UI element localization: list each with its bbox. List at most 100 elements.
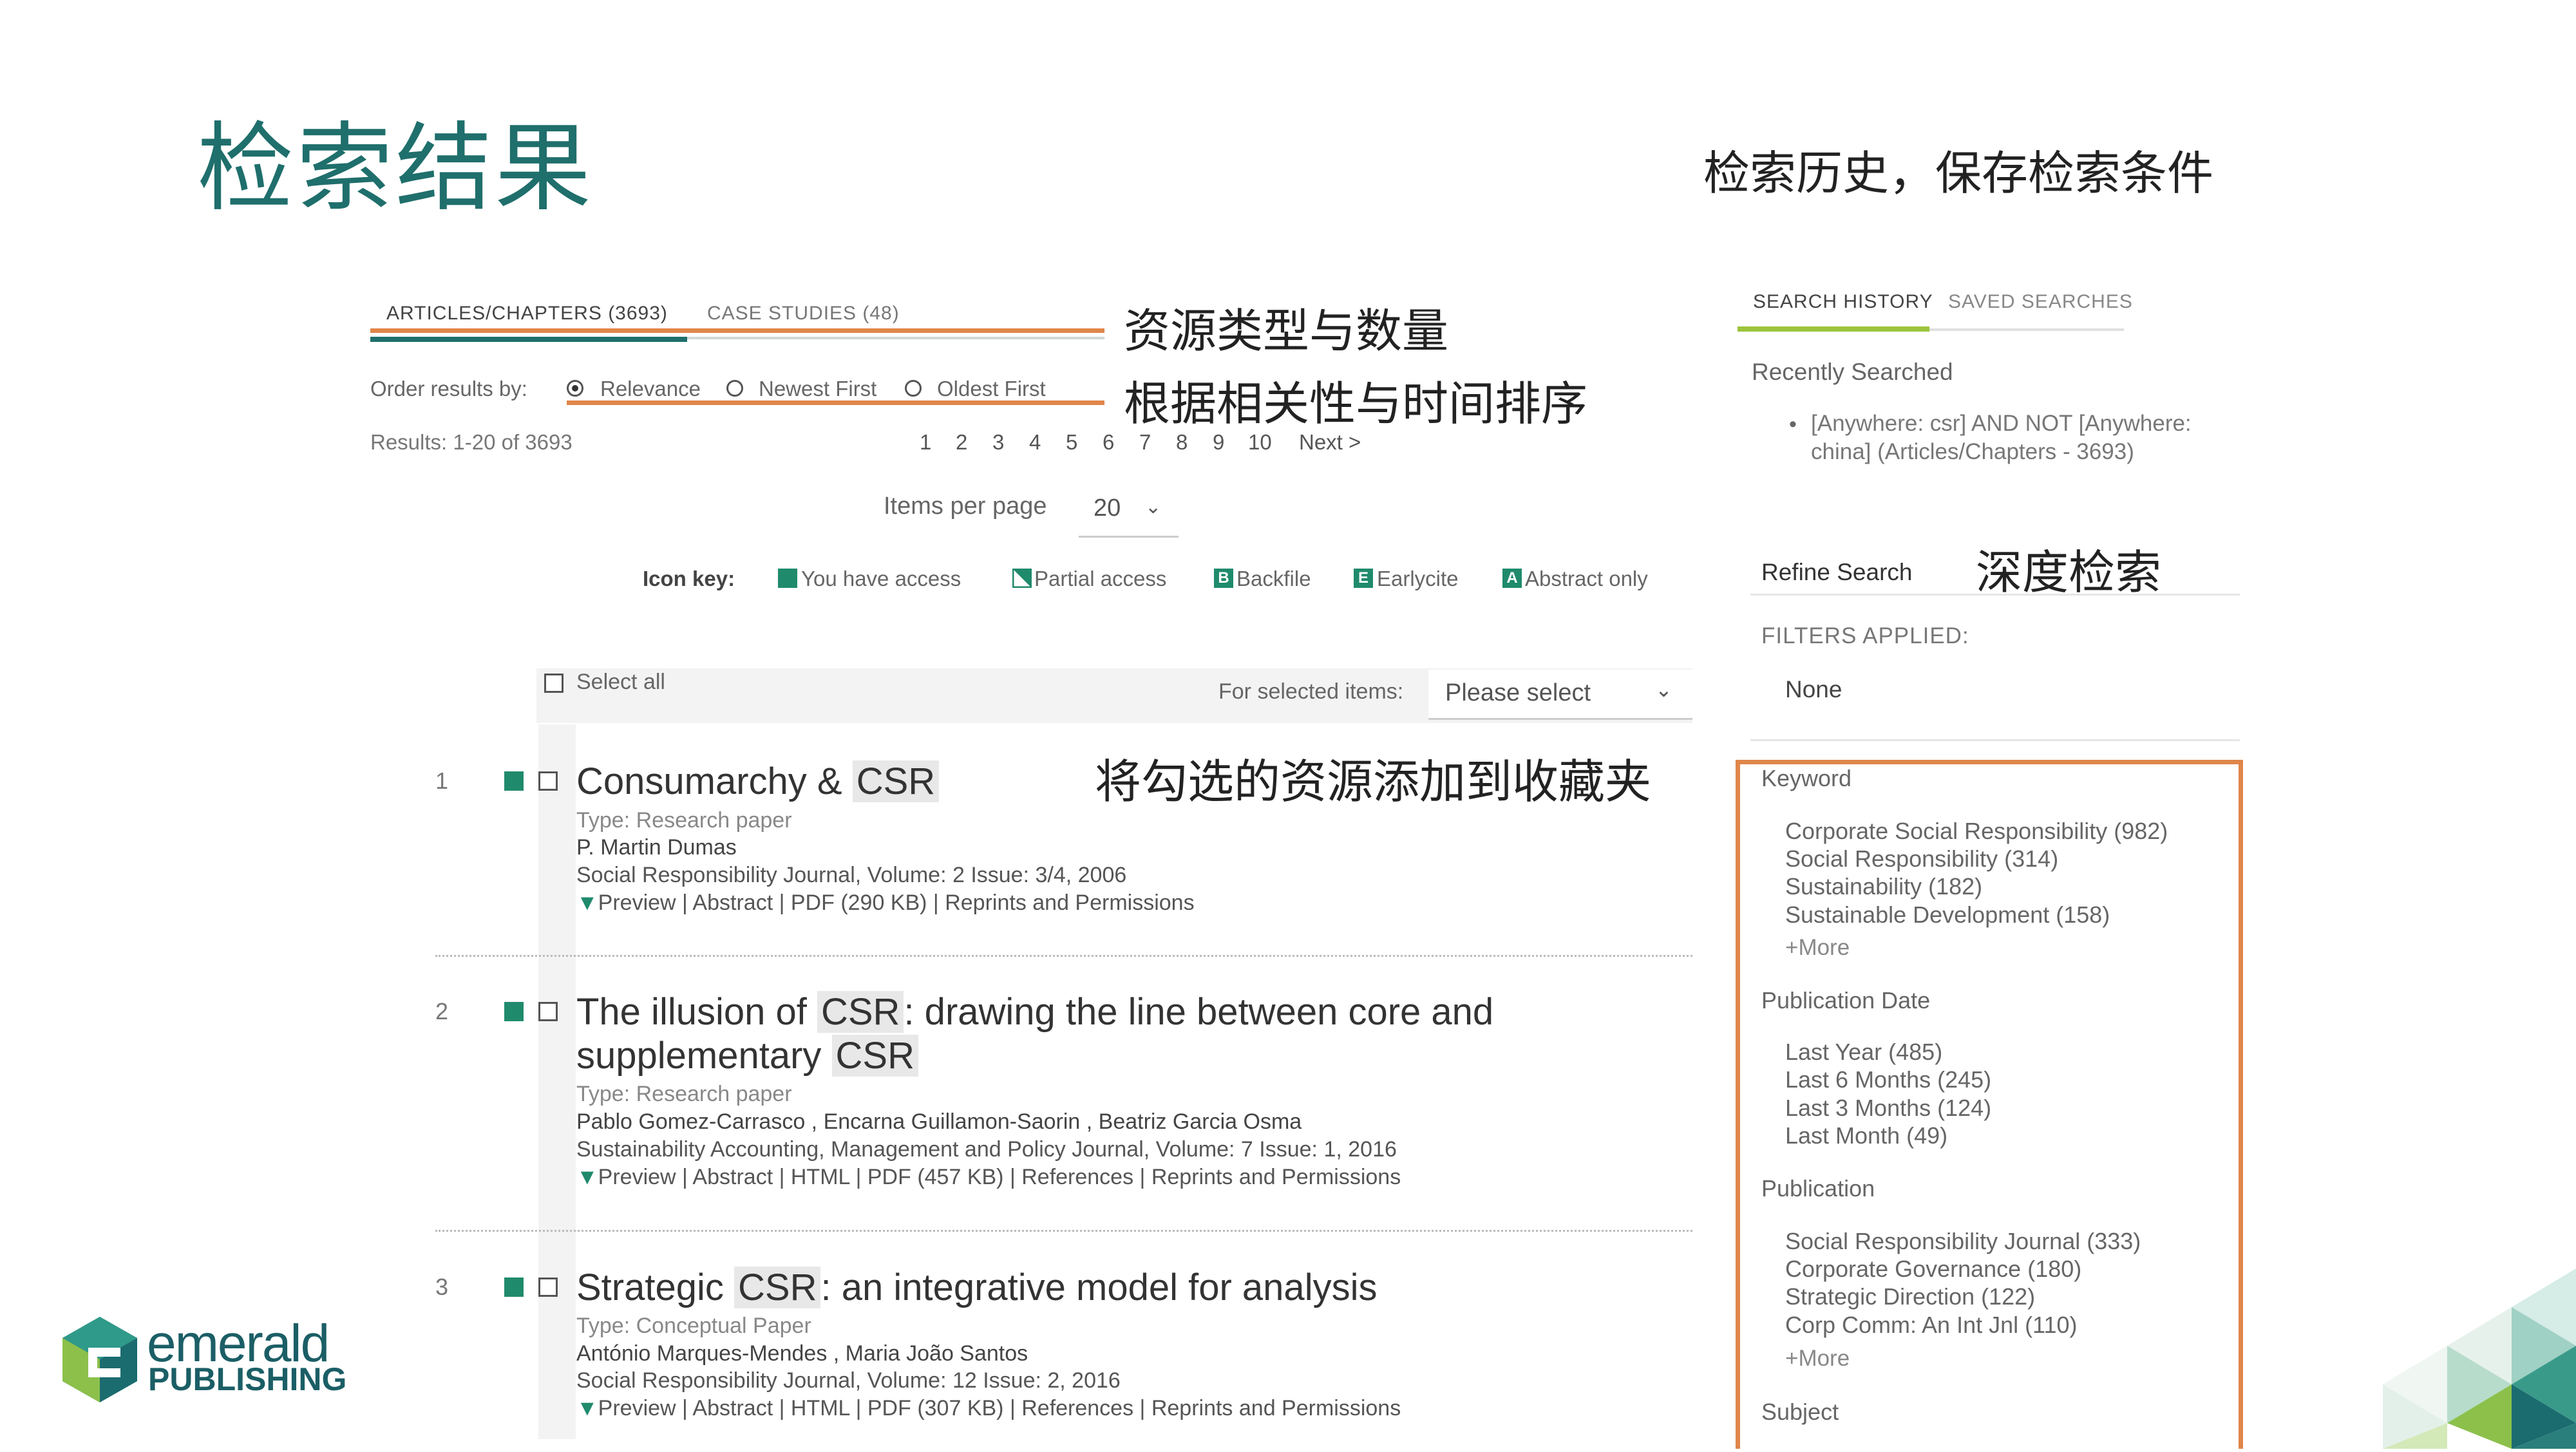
icon-key-backfile: Backfile	[1236, 567, 1311, 590]
result-links[interactable]: ▼Preview | Abstract | PDF (290 KB) | Rep…	[576, 891, 1195, 916]
triangle-down-icon: ▼	[576, 1165, 598, 1189]
slide-title: 检索结果	[197, 113, 594, 225]
recent-query-link-cont[interactable]: china] (Articles/Chapters - 3693)	[1811, 439, 2134, 465]
result-journal[interactable]: Sustainability Accounting, Management an…	[576, 1137, 1397, 1162]
emerald-logo-icon	[61, 1317, 138, 1410]
facet-date-item[interactable]: Last Year (485)	[1785, 1039, 1942, 1066]
result-authors[interactable]: Pablo Gomez-Carrasco , Encarna Guillamon…	[576, 1109, 1302, 1135]
icon-key-partial-access: Partial access	[1034, 567, 1167, 590]
refine-search-heading: Refine Search	[1761, 559, 1913, 585]
decorative-triangles	[2215, 1243, 2576, 1452]
page-link-4[interactable]: 4	[1029, 430, 1041, 455]
radio-newest-first[interactable]	[726, 380, 743, 397]
icon-key-label: Icon key:	[643, 567, 735, 590]
facet-date-item[interactable]: Last Month (49)	[1785, 1122, 1947, 1149]
page-link-next[interactable]: Next >	[1299, 430, 1361, 455]
active-tab-indicator	[370, 337, 687, 342]
facet-date-item[interactable]: Last 3 Months (124)	[1785, 1095, 1991, 1122]
tab-saved-searches[interactable]: SAVED SEARCHES	[1948, 291, 2133, 313]
chevron-down-icon: ⌄	[1655, 678, 1672, 701]
facet-keyword-item[interactable]: Sustainability (182)	[1785, 873, 1982, 900]
backfile-icon: B	[1214, 569, 1233, 588]
result-title[interactable]: The illusion of CSR: drawing the line be…	[576, 990, 1493, 1033]
facet-keyword-more[interactable]: +More	[1785, 935, 1850, 961]
result-type: Type: Research paper	[576, 808, 792, 833]
select-all-checkbox[interactable]	[544, 674, 564, 693]
page-link-5[interactable]: 5	[1066, 430, 1077, 455]
result-links[interactable]: ▼Preview | Abstract | HTML | PDF (307 KB…	[576, 1396, 1401, 1421]
icon-key-abstract-only: Abstract only	[1525, 567, 1648, 590]
result-checkbox[interactable]	[538, 1278, 558, 1297]
result-authors[interactable]: António Marques-Mendes , Maria João Sant…	[576, 1341, 1028, 1366]
result-title[interactable]: Strategic CSR: an integrative model for …	[576, 1266, 1377, 1309]
for-selected-label: For selected items:	[1218, 679, 1404, 704]
annotation-sort: 根据相关性与时间排序	[1124, 377, 1588, 431]
facet-subject-heading[interactable]: Subject	[1761, 1399, 1839, 1426]
result-checkbox[interactable]	[538, 771, 558, 791]
select-all-label[interactable]: Select all	[576, 670, 665, 695]
active-history-tab-indicator	[1738, 326, 1929, 332]
page-link-8[interactable]: 8	[1176, 430, 1188, 455]
annotation-refine: 深度检索	[1976, 545, 2162, 599]
triangle-down-icon: ▼	[576, 891, 598, 915]
order-results-label: Order results by:	[370, 377, 527, 401]
abstract-only-icon: A	[1502, 569, 1522, 588]
icon-key-earlycite: Earlycite	[1377, 567, 1459, 590]
page-link-9[interactable]: 9	[1213, 430, 1224, 455]
radio-oldest-first-label[interactable]: Oldest First	[937, 377, 1046, 401]
tab-articles-chapters[interactable]: ARTICLES/CHAPTERS (3693)	[386, 303, 668, 325]
annotation-underline-sort	[567, 401, 1104, 405]
bulk-action-value: Please select	[1445, 679, 1591, 706]
recent-query-link[interactable]: [Anywhere: csr] AND NOT [Anywhere:	[1811, 411, 2192, 437]
result-number: 3	[435, 1274, 449, 1300]
result-title[interactable]: Consumarchy & CSR	[576, 760, 940, 803]
facet-date-item[interactable]: Last 6 Months (245)	[1785, 1066, 1991, 1093]
bullet: •	[1789, 412, 1797, 437]
radio-newest-first-label[interactable]: Newest First	[759, 377, 876, 401]
facet-keyword-item[interactable]: Sustainable Development (158)	[1785, 901, 2110, 929]
filters-divider	[1750, 739, 2240, 741]
radio-relevance[interactable]	[567, 380, 583, 397]
tab-search-history[interactable]: SEARCH HISTORY	[1753, 291, 1933, 313]
page-link-2[interactable]: 2	[956, 430, 967, 455]
facet-keyword-heading[interactable]: Keyword	[1761, 765, 1852, 792]
facet-publication-item[interactable]: Strategic Direction (122)	[1785, 1283, 2035, 1310]
filters-applied-label: FILTERS APPLIED:	[1761, 623, 1969, 648]
full-access-icon	[504, 1278, 524, 1297]
facet-keyword-item[interactable]: Corporate Social Responsibility (982)	[1785, 818, 2168, 845]
triangle-down-icon: ▼	[576, 1396, 598, 1420]
result-number: 1	[435, 768, 449, 794]
page-link-3[interactable]: 3	[992, 430, 1004, 455]
page-link-7[interactable]: 7	[1139, 430, 1151, 455]
result-type: Type: Research paper	[576, 1082, 792, 1106]
facet-keyword-item[interactable]: Social Responsibility (314)	[1785, 845, 2058, 872]
result-title-line2[interactable]: supplementary CSR	[576, 1034, 919, 1077]
result-journal[interactable]: Social Responsibility Journal, Volume: 1…	[576, 1368, 1121, 1393]
annotation-history: 检索历史，保存检索条件	[1703, 146, 2214, 200]
tab-case-studies[interactable]: CASE STUDIES (48)	[707, 303, 900, 325]
facet-publication-more[interactable]: +More	[1785, 1346, 1850, 1372]
page-link-10[interactable]: 10	[1248, 430, 1272, 455]
page-link-1[interactable]: 1	[920, 430, 931, 455]
result-divider	[435, 955, 1692, 957]
page-link-6[interactable]: 6	[1103, 430, 1114, 455]
items-per-page-label: Items per page	[884, 493, 1047, 520]
earlycite-icon: E	[1354, 569, 1373, 588]
facet-date-heading[interactable]: Publication Date	[1761, 987, 1930, 1014]
result-authors[interactable]: P. Martin Dumas	[576, 835, 737, 860]
radio-oldest-first[interactable]	[905, 380, 922, 397]
result-journal[interactable]: Social Responsibility Journal, Volume: 2…	[576, 863, 1126, 888]
facet-publication-item[interactable]: Corporate Governance (180)	[1785, 1256, 2081, 1283]
radio-relevance-label[interactable]: Relevance	[600, 377, 701, 401]
annotation-favorites: 将勾选的资源添加到收藏夹	[1095, 755, 1652, 809]
result-checkbox[interactable]	[538, 1002, 558, 1021]
refine-divider	[1750, 594, 2240, 596]
full-access-icon	[504, 1002, 524, 1021]
facet-publication-heading[interactable]: Publication	[1761, 1175, 1875, 1202]
facet-publication-item[interactable]: Social Responsibility Journal (333)	[1785, 1228, 2141, 1255]
full-access-icon	[504, 771, 524, 791]
partial-access-icon	[1012, 568, 1032, 589]
facet-publication-item[interactable]: Corp Comm: An Int Jnl (110)	[1785, 1312, 2078, 1339]
result-links[interactable]: ▼Preview | Abstract | HTML | PDF (457 KB…	[576, 1165, 1401, 1190]
annotation-underline-tabs	[370, 328, 1104, 333]
